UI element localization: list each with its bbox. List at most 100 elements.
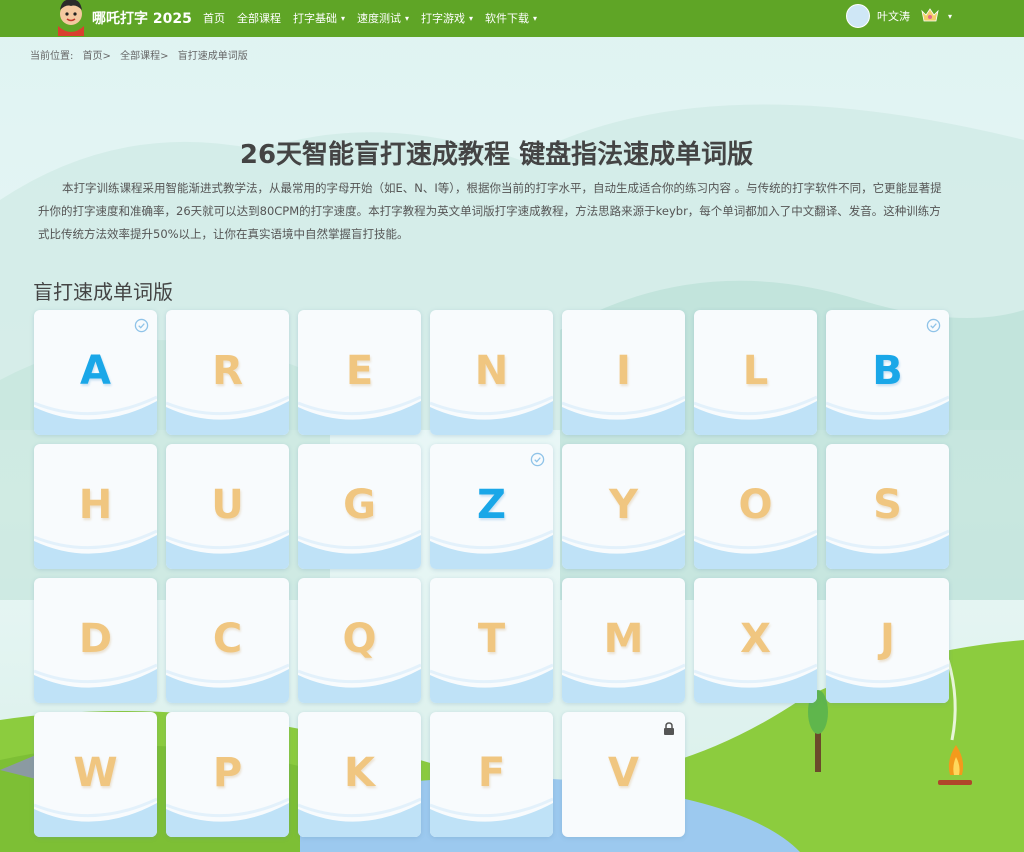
card-wave-decoration (166, 663, 289, 703)
nav-typing-basics[interactable]: 打字基础 ▾ (293, 10, 345, 26)
lesson-letter: G (343, 482, 376, 528)
breadcrumb: 当前位置: 首页> 全部课程> 盲打速成单词版 (30, 47, 254, 62)
card-wave-decoration (694, 395, 817, 435)
breadcrumb-all-courses[interactable]: 全部课程> (120, 51, 168, 62)
chevron-down-icon: ▾ (948, 11, 953, 21)
lesson-card-d[interactable]: D (34, 578, 157, 703)
top-nav-bar: 哪吒打字 2025 首页 全部课程 打字基础 ▾ 速度测试 ▾ 打字游戏 ▾ 软件下载… (0, 0, 1024, 37)
card-wave-decoration (430, 797, 553, 837)
nav-all-courses-label: 全部课程 (237, 12, 281, 25)
lesson-card-b[interactable]: B (826, 310, 949, 435)
lesson-letter: V (608, 750, 639, 796)
lesson-card-c[interactable]: C (166, 578, 289, 703)
card-wave-decoration (826, 395, 949, 435)
user-name[interactable]: 叶文涛 (877, 8, 910, 24)
nav-speed-test[interactable]: 速度测试 ▾ (357, 10, 409, 26)
card-wave-decoration (34, 395, 157, 435)
lesson-card-a[interactable]: A (34, 310, 157, 435)
lesson-letter: S (873, 482, 902, 528)
card-wave-decoration (430, 529, 553, 569)
nav-typing-games[interactable]: 打字游戏 ▾ (421, 10, 473, 26)
nav-home[interactable]: 首页 (203, 10, 225, 26)
lesson-card-e[interactable]: E (298, 310, 421, 435)
card-wave-decoration (694, 529, 817, 569)
lesson-card-r[interactable]: R (166, 310, 289, 435)
card-wave-decoration (562, 529, 685, 569)
lesson-letter: U (211, 482, 244, 528)
chevron-down-icon: ▾ (469, 13, 474, 23)
chevron-down-icon: ▾ (533, 13, 538, 23)
lesson-letter: O (738, 482, 773, 528)
lesson-letter: I (616, 348, 631, 394)
lesson-letter: H (78, 482, 113, 528)
nav-all-courses[interactable]: 全部课程 (237, 10, 281, 26)
brand-name[interactable]: 哪吒打字 2025 (92, 8, 192, 28)
lesson-letter: N (474, 348, 509, 394)
breadcrumb-current: 盲打速成单词版 (177, 51, 248, 62)
card-wave-decoration (430, 395, 553, 435)
card-wave-decoration (562, 663, 685, 703)
card-wave-decoration (166, 797, 289, 837)
nezha-logo-icon[interactable] (52, 0, 90, 36)
lesson-letter: M (603, 616, 644, 662)
card-wave-decoration (298, 663, 421, 703)
lesson-card-z[interactable]: Z (430, 444, 553, 569)
lesson-card-l[interactable]: L (694, 310, 817, 435)
main-nav: 首页 全部课程 打字基础 ▾ 速度测试 ▾ 打字游戏 ▾ 软件下载 ▾ (203, 10, 549, 26)
check-circle-icon (134, 318, 149, 333)
lesson-letter: Q (342, 616, 377, 662)
card-wave-decoration (34, 663, 157, 703)
card-wave-decoration (166, 395, 289, 435)
page-title: 26天智能盲打速成教程 键盘指法速成单词版 (239, 140, 754, 170)
card-wave-decoration (34, 529, 157, 569)
lock-icon (664, 722, 674, 735)
lesson-card-i[interactable]: I (562, 310, 685, 435)
lesson-letter: Y (609, 482, 638, 528)
card-wave-decoration (826, 529, 949, 569)
card-wave-decoration (826, 663, 949, 703)
lesson-card-n[interactable]: N (430, 310, 553, 435)
lesson-card-o[interactable]: O (694, 444, 817, 569)
lesson-card-j[interactable]: J (826, 578, 949, 703)
lesson-letter: A (80, 348, 111, 394)
lesson-card-m[interactable]: M (562, 578, 685, 703)
lesson-letter: D (78, 616, 113, 662)
avatar[interactable] (846, 4, 870, 28)
lesson-card-u[interactable]: U (166, 444, 289, 569)
lesson-letter: R (212, 348, 243, 394)
course-intro: 本打字训练课程采用智能渐进式教学法，从最常用的字母开始（如E、N、I等），根据你… (38, 181, 942, 241)
card-wave-decoration (430, 663, 553, 703)
lesson-card-h[interactable]: H (34, 444, 157, 569)
lesson-card-y[interactable]: Y (562, 444, 685, 569)
lesson-card-s[interactable]: S (826, 444, 949, 569)
lesson-card-p[interactable]: P (166, 712, 289, 837)
lesson-grid: A R E N I L B H U G Z Y O S D C Q T M X J W P K F V (34, 310, 954, 850)
lesson-card-w[interactable]: W (34, 712, 157, 837)
lesson-letter: L (742, 348, 769, 394)
breadcrumb-home[interactable]: 首页> (83, 51, 111, 62)
nav-typing-basics-label: 打字基础 (293, 12, 337, 25)
chevron-down-icon: ▾ (341, 13, 346, 23)
lesson-card-v: V (562, 712, 685, 837)
nav-software-download-label: 软件下载 (485, 12, 530, 25)
lesson-card-g[interactable]: G (298, 444, 421, 569)
lesson-letter: B (872, 348, 903, 394)
lesson-letter: F (477, 750, 506, 796)
check-circle-icon (530, 452, 545, 467)
lesson-card-x[interactable]: X (694, 578, 817, 703)
section-title: 盲打速成单词版 (33, 280, 173, 304)
check-circle-icon (926, 318, 941, 333)
chevron-down-icon: ▾ (405, 13, 410, 23)
nav-software-download[interactable]: 软件下载 ▾ (485, 10, 537, 26)
lesson-card-k[interactable]: K (298, 712, 421, 837)
lesson-letter: C (212, 616, 243, 662)
nav-speed-test-label: 速度测试 (357, 12, 402, 25)
card-wave-decoration (298, 395, 421, 435)
user-menu[interactable]: 叶文涛 ▾ (846, 4, 952, 28)
lesson-card-q[interactable]: Q (298, 578, 421, 703)
card-wave-decoration (298, 529, 421, 569)
lesson-card-f[interactable]: F (430, 712, 553, 837)
card-wave-decoration (298, 797, 421, 837)
lesson-card-t[interactable]: T (430, 578, 553, 703)
breadcrumb-prefix: 当前位置: (30, 51, 74, 62)
